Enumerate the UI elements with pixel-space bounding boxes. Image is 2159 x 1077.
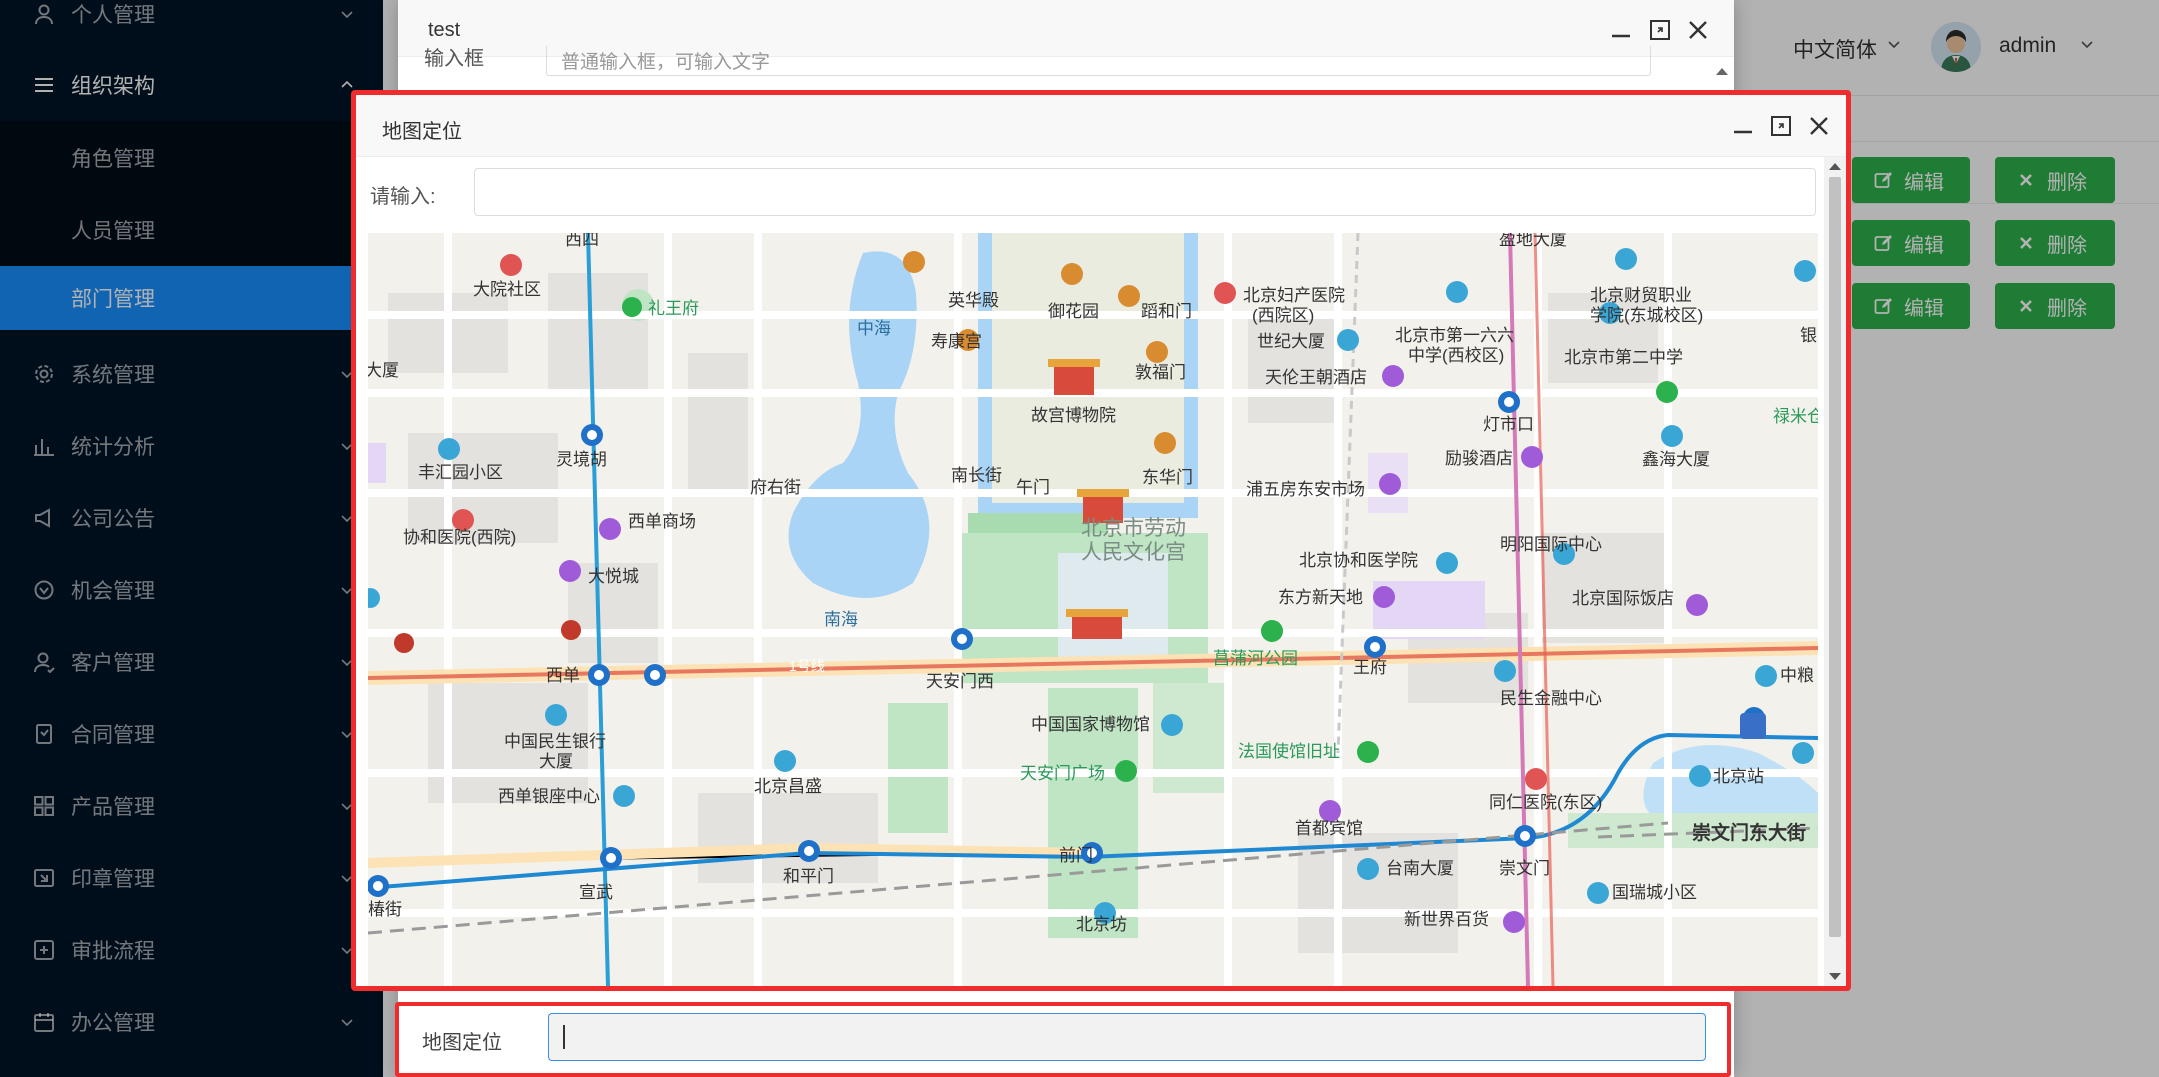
- map-label: 王府: [1353, 658, 1387, 677]
- map-label: 天安门西: [926, 672, 994, 691]
- map-label: 灵境胡: [556, 450, 607, 469]
- map-label: 世纪大厦: [1257, 332, 1325, 351]
- map-label: 中粮: [1780, 666, 1814, 685]
- map-label: 协和医院(西院): [403, 528, 516, 547]
- form-row-input: 输入框 普通输入框，可输入文字: [398, 46, 1734, 86]
- map-modal-title: 地图定位: [382, 121, 462, 143]
- map-label: 午门: [1016, 478, 1050, 497]
- map-label: 北京昌盛: [754, 777, 822, 796]
- map-label: 北京妇产医院: [1243, 286, 1345, 305]
- map-label: 北京站: [1713, 767, 1764, 786]
- map-view: 西四 大院社区 礼王府 中海 英华殿 御花园 蹈和门 寿康宫 北京妇产医院 (西…: [368, 233, 1818, 986]
- map-label: 中国国家博物馆: [1031, 715, 1150, 734]
- map-label: 东大厦: [368, 361, 399, 380]
- map-label: 银: [1800, 326, 1817, 345]
- map-label: 北京坊: [1076, 915, 1127, 934]
- map-label: 明阳国际中心: [1500, 535, 1602, 554]
- map-label: 禄米仓: [1773, 407, 1818, 426]
- map-label: 御花园: [1048, 302, 1099, 321]
- map-label: 北京国际饭店: [1572, 589, 1674, 608]
- form-row-label: 输入框: [424, 48, 484, 70]
- text-input[interactable]: 普通输入框，可输入文字: [546, 46, 1651, 76]
- map-label: 民生金融中心: [1500, 689, 1602, 708]
- map-label: 菖蒲河公园: [1213, 649, 1298, 668]
- map-modal: 地图定位 请输入: 西四 大院社区 礼王府 中海 英华殿 御花园 蹈和门 寿康宫…: [351, 90, 1851, 991]
- map-label: 大厦: [539, 752, 573, 771]
- map-label: 西单: [546, 666, 580, 685]
- map-label: 法国使馆旧址: [1238, 741, 1340, 761]
- scroll-up-arrow[interactable]: [1829, 163, 1841, 170]
- map-label: 南海: [824, 610, 858, 629]
- map-label: 蹈和门: [1141, 302, 1192, 321]
- map-label: 1号线: [789, 658, 825, 674]
- maximize-icon[interactable]: [1770, 115, 1792, 137]
- map-canvas[interactable]: 西四 大院社区 礼王府 中海 英华殿 御花园 蹈和门 寿康宫 北京妇产医院 (西…: [368, 233, 1818, 986]
- map-label: 首都宾馆: [1295, 819, 1363, 838]
- map-label: 国瑞城小区: [1612, 883, 1697, 902]
- map-label: 椿街: [368, 900, 402, 919]
- scroll-up-arrow[interactable]: [1716, 68, 1728, 75]
- map-label: 寿康宫: [931, 332, 982, 351]
- map-label: 同仁医院(东区): [1489, 793, 1602, 812]
- map-label: 敦福门: [1135, 363, 1186, 382]
- map-label: 中海: [857, 319, 891, 338]
- map-modal-body: 请输入: 西四 大院社区 礼王府 中海 英华殿 御花园 蹈和门 寿康宫 北京妇产…: [356, 157, 1846, 986]
- map-label: 故宫博物院: [1031, 406, 1116, 425]
- map-label: 励骏酒店: [1445, 449, 1513, 468]
- map-label: 北京财贸职业: [1590, 286, 1692, 305]
- map-label: 天伦王朝酒店: [1265, 368, 1367, 387]
- map-label: 大院社区: [473, 280, 541, 299]
- map-label: 西四: [565, 233, 599, 249]
- map-label: 西单商场: [628, 512, 696, 531]
- map-modal-header: 地图定位: [356, 95, 1846, 157]
- map-label: 和平门: [783, 867, 834, 886]
- map-label: 大悦城: [588, 567, 639, 586]
- scroll-down-arrow[interactable]: [1829, 973, 1841, 980]
- map-label: 崇文门东大街: [1692, 821, 1806, 844]
- map-label: 礼王府: [648, 299, 699, 318]
- map-label: 宣武: [579, 883, 613, 902]
- map-label: 浦五房东安市场: [1246, 480, 1365, 499]
- map-label: 中国民生银行: [504, 732, 606, 751]
- maximize-icon[interactable]: [1649, 19, 1671, 41]
- map-search-input[interactable]: [474, 168, 1816, 216]
- map-label: 北京协和医学院: [1299, 551, 1418, 570]
- map-label: 鑫海大厦: [1642, 450, 1710, 469]
- map-label: (西院区): [1252, 306, 1314, 325]
- map-label: 天安门广场: [1020, 764, 1105, 783]
- map-label: 北京市第一六六: [1395, 326, 1514, 345]
- minimize-icon[interactable]: [1610, 19, 1632, 41]
- map-label: 英华殿: [948, 291, 999, 310]
- map-label: 新世界百货: [1404, 910, 1489, 929]
- map-label: 学院(东城校区): [1590, 306, 1703, 325]
- map-label: 北京市第二中学: [1564, 348, 1683, 367]
- map-label: 崇文门: [1499, 859, 1550, 878]
- scrollbar-thumb[interactable]: [1829, 177, 1841, 937]
- map-label: 东方新天地: [1278, 588, 1363, 607]
- map-label: 人民文化宫: [1081, 541, 1186, 564]
- map-label: 台南大厦: [1386, 859, 1454, 878]
- highlight-frame: [395, 1002, 1731, 1077]
- map-label: 府右街: [750, 478, 801, 497]
- map-label: 西单银座中心: [498, 787, 600, 806]
- map-label: 盈地大厦: [1499, 233, 1567, 249]
- map-label: 南长街: [951, 466, 1002, 485]
- map-label: 中学(西校区): [1408, 346, 1504, 365]
- close-icon[interactable]: [1808, 115, 1830, 137]
- form-modal-title: test: [428, 19, 461, 41]
- minimize-icon[interactable]: [1732, 115, 1754, 137]
- close-icon[interactable]: [1687, 19, 1709, 41]
- search-label: 请输入:: [370, 186, 436, 208]
- map-label: 东华门: [1142, 468, 1193, 487]
- map-modal-scrollbar[interactable]: [1824, 157, 1846, 986]
- map-label: 北京市劳动: [1081, 517, 1186, 540]
- map-label: 前门: [1059, 846, 1093, 865]
- map-label: 灯市口: [1483, 415, 1534, 434]
- map-label: 丰汇园小区: [418, 463, 503, 482]
